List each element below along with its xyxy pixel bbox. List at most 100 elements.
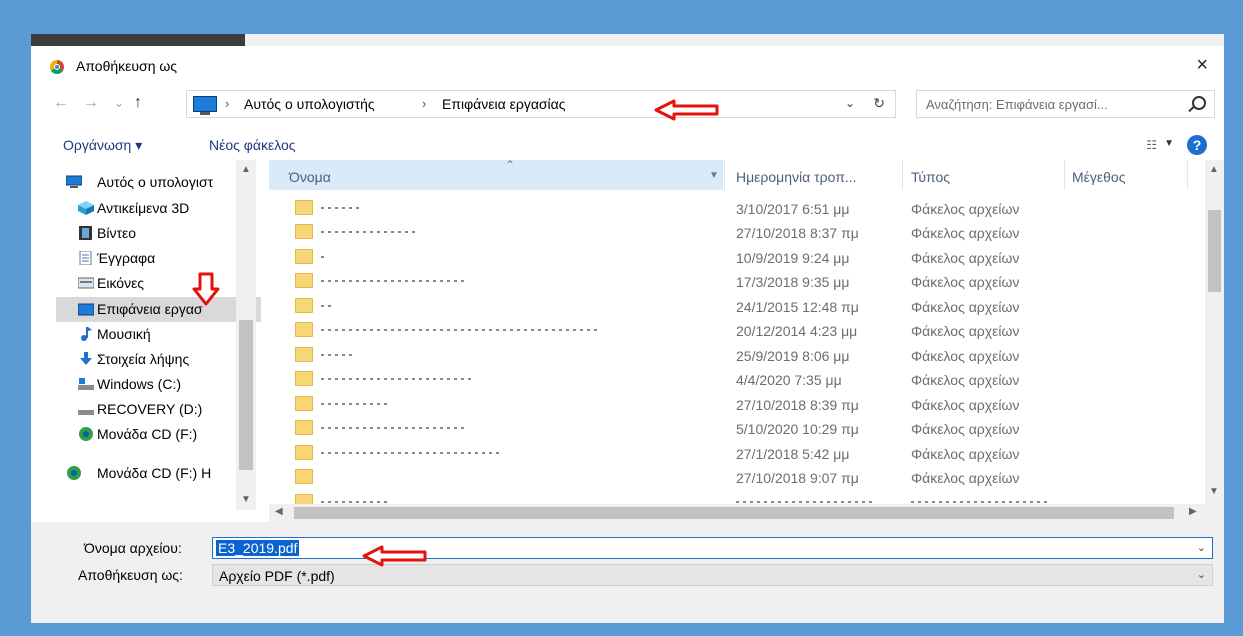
sidebar-item-label: RECOVERY (D:) [97, 401, 203, 417]
column-header-type[interactable]: Τύπος [911, 169, 950, 185]
filename-value: E3_2019.pdf [216, 540, 300, 556]
sidebar-item-desktop[interactable]: Επιφάνεια εργασ [56, 297, 261, 322]
search-input[interactable]: Αναζήτηση: Επιφάνεια εργασί... [926, 97, 1108, 112]
date-cell: 27/10/2018 8:39 πμ [736, 397, 859, 413]
date-cell: 5/10/2020 10:29 πμ [736, 421, 859, 437]
scroll-left-icon[interactable]: ◀ [275, 506, 283, 517]
scroll-down-icon[interactable]: ▼ [1209, 486, 1219, 497]
blurred-file-name [321, 378, 471, 380]
table-row[interactable]: 24/1/2015 12:48 πμ Φάκελος αρχείων [269, 295, 1205, 320]
navigation-scrollbar[interactable]: ▲ ▼ [236, 160, 256, 510]
help-icon[interactable]: ? [1187, 135, 1207, 155]
folder-icon [295, 347, 313, 362]
chevron-down-icon[interactable]: ⌄ [1197, 568, 1206, 581]
annotation-arrow-left-icon [362, 545, 427, 567]
sidebar-item-videos[interactable]: Βίντεο [56, 221, 261, 246]
folder-icon [295, 445, 313, 460]
refresh-icon[interactable]: ↻ [873, 95, 885, 112]
table-row[interactable]: 10/9/2019 9:24 μμ Φάκελος αρχείων [269, 246, 1205, 271]
table-row[interactable]: 3/10/2017 6:51 μμ Φάκελος αρχείων [269, 197, 1205, 222]
forward-button[interactable]: → [83, 94, 99, 112]
sidebar-item-label: Μονάδα CD (F:) H [97, 465, 212, 481]
close-button[interactable]: × [1196, 54, 1208, 77]
column-header-name[interactable] [269, 160, 723, 190]
scroll-up-icon[interactable]: ▲ [1209, 164, 1219, 175]
file-list-scrollbar[interactable]: ▲ ▼ [1205, 160, 1224, 522]
scroll-up-icon[interactable]: ▲ [241, 164, 251, 175]
organize-button[interactable]: Οργάνωση ▾ [63, 137, 142, 154]
desktop-icon [78, 303, 94, 316]
sidebar-item-cd-drive[interactable]: Μονάδα CD (F:) [56, 422, 261, 447]
scrollbar-thumb[interactable] [294, 507, 1174, 519]
sidebar-item-label: Αυτός ο υπολογιστ [97, 174, 214, 190]
navigation-row: ← → ⌄ ↑ › Αυτός ο υπολογιστής › Επιφάνει… [31, 90, 1224, 120]
breadcrumb-desktop[interactable]: Επιφάνεια εργασίας [442, 96, 566, 112]
view-dropdown-icon[interactable]: ▼ [1164, 138, 1174, 149]
address-bar[interactable]: › Αυτός ο υπολογιστής › Επιφάνεια εργασί… [186, 90, 896, 118]
column-dropdown-icon[interactable]: ▼ [709, 170, 719, 181]
this-pc-icon [193, 96, 217, 115]
table-row[interactable]: 27/1/2018 5:42 μμ Φάκελος αρχείων [269, 442, 1205, 467]
music-icon [81, 327, 92, 341]
column-header-size[interactable]: Μέγεθος [1072, 169, 1125, 185]
table-row[interactable]: 27/10/2018 8:37 πμ Φάκελος αρχείων [269, 221, 1205, 246]
savetype-select[interactable]: Αρχείο PDF (*.pdf) ⌄ [212, 564, 1213, 586]
chevron-down-icon[interactable]: ⌄ [1197, 541, 1206, 554]
drive-icon [78, 410, 94, 415]
type-cell: Φάκελος αρχείων [911, 201, 1020, 217]
sidebar-item-downloads[interactable]: Στοιχεία λήψης [56, 347, 261, 372]
sidebar-item-3d-objects[interactable]: Αντικείμενα 3D [56, 196, 261, 221]
sidebar-item-music[interactable]: Μουσική [56, 322, 261, 347]
horizontal-scrollbar[interactable]: ◀ ▶ [269, 504, 1205, 522]
recent-locations-button[interactable]: ⌄ [114, 96, 124, 110]
folder-icon [295, 469, 313, 484]
sidebar-item-cd-drive-root[interactable]: Μονάδα CD (F:) H [56, 461, 261, 486]
save-as-dialog: Αποθήκευση ως × ← → ⌄ ↑ › Αυτός ο υπολογ… [31, 46, 1224, 623]
type-cell: Φάκελος αρχείων [911, 250, 1020, 266]
table-row[interactable]: 27/10/2018 8:39 πμ Φάκελος αρχείων [269, 393, 1205, 418]
new-folder-button[interactable]: Νέος φάκελος [209, 137, 296, 153]
dialog-title: Αποθήκευση ως [76, 58, 178, 74]
breadcrumb-this-pc[interactable]: Αυτός ο υπολογιστής [244, 96, 375, 112]
background-window-strip [31, 34, 245, 46]
cd-icon [67, 466, 81, 480]
blurred-file-name [321, 231, 416, 233]
table-row[interactable]: 20/12/2014 4:23 μμ Φάκελος αρχείων [269, 319, 1205, 344]
column-separator [902, 160, 903, 190]
scroll-right-icon[interactable]: ▶ [1189, 506, 1197, 517]
table-row[interactable]: 25/9/2019 8:06 μμ Φάκελος αρχείων [269, 344, 1205, 369]
blurred-file-name [321, 452, 501, 454]
sidebar-item-pictures[interactable]: Εικόνες [56, 271, 261, 296]
table-row[interactable]: 5/10/2020 10:29 πμ Φάκελος αρχείων [269, 417, 1205, 442]
up-button[interactable]: ↑ [134, 94, 142, 112]
folder-icon [295, 420, 313, 435]
date-cell: 3/10/2017 6:51 μμ [736, 201, 850, 217]
date-cell: 24/1/2015 12:48 πμ [736, 299, 859, 315]
savetype-value: Αρχείο PDF (*.pdf) [219, 568, 335, 584]
blurred-file-name [321, 280, 466, 282]
view-options-icon[interactable]: ☷ [1146, 138, 1157, 152]
sidebar-item-documents[interactable]: Έγγραφα [56, 246, 261, 271]
sidebar-item-label: Εικόνες [97, 275, 145, 291]
scrollbar-thumb[interactable] [1208, 210, 1221, 292]
address-dropdown-icon[interactable]: ⌄ [845, 96, 855, 110]
pictures-icon [78, 277, 94, 289]
sidebar-item-label: Windows (C:) [97, 376, 182, 392]
annotation-arrow-left-icon [654, 99, 719, 121]
sidebar-item-drive-d[interactable]: RECOVERY (D:) [56, 397, 261, 422]
type-cell: Φάκελος αρχείων [911, 372, 1020, 388]
search-box[interactable]: Αναζήτηση: Επιφάνεια εργασί... [916, 90, 1215, 118]
scroll-down-icon[interactable]: ▼ [241, 494, 251, 505]
table-row[interactable]: 17/3/2018 9:35 μμ Φάκελος αρχείων [269, 270, 1205, 295]
date-cell: 17/3/2018 9:35 μμ [736, 274, 850, 290]
sidebar-item-drive-c[interactable]: Windows (C:) [56, 372, 261, 397]
back-button[interactable]: ← [53, 94, 69, 112]
table-row[interactable]: 4/4/2020 7:35 μμ Φάκελος αρχείων [269, 368, 1205, 393]
cd-icon [79, 427, 93, 441]
sidebar-item-label: Μονάδα CD (F:) [97, 426, 198, 442]
scrollbar-thumb[interactable] [239, 320, 253, 470]
sidebar-item-this-pc[interactable]: Αυτός ο υπολογιστ [56, 170, 261, 195]
table-row[interactable]: 27/10/2018 9:07 πμ Φάκελος αρχείων [269, 466, 1205, 491]
sidebar-item-label: Επιφάνεια εργασ [97, 301, 203, 317]
column-header-date[interactable]: Ημερομηνία τροπ... [736, 169, 857, 185]
